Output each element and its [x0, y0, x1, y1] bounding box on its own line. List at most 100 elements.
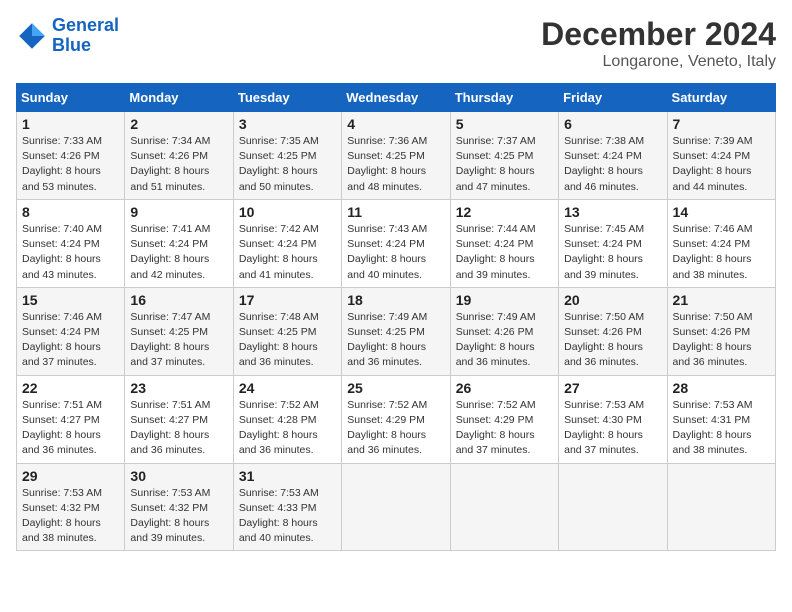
day-cell-29: 29 Sunrise: 7:53 AM Sunset: 4:32 PM Dayl…: [17, 463, 125, 551]
day-cell-17: 17 Sunrise: 7:48 AM Sunset: 4:25 PM Dayl…: [233, 287, 341, 375]
day-cell-15: 15 Sunrise: 7:46 AM Sunset: 4:24 PM Dayl…: [17, 287, 125, 375]
day-info: Sunrise: 7:52 AM Sunset: 4:29 PM Dayligh…: [456, 398, 553, 459]
day-cell-8: 8 Sunrise: 7:40 AM Sunset: 4:24 PM Dayli…: [17, 199, 125, 287]
day-cell-2: 2 Sunrise: 7:34 AM Sunset: 4:26 PM Dayli…: [125, 112, 233, 200]
day-cell-23: 23 Sunrise: 7:51 AM Sunset: 4:27 PM Dayl…: [125, 375, 233, 463]
day-number: 1: [22, 116, 119, 132]
header-thursday: Thursday: [450, 84, 558, 112]
logo-text: General Blue: [52, 16, 119, 56]
day-number: 8: [22, 204, 119, 220]
day-info: Sunrise: 7:44 AM Sunset: 4:24 PM Dayligh…: [456, 222, 553, 283]
day-number: 20: [564, 292, 661, 308]
day-info: Sunrise: 7:49 AM Sunset: 4:26 PM Dayligh…: [456, 310, 553, 371]
title-block: December 2024 Longarone, Veneto, Italy: [541, 16, 776, 71]
day-cell-16: 16 Sunrise: 7:47 AM Sunset: 4:25 PM Dayl…: [125, 287, 233, 375]
day-number: 14: [673, 204, 770, 220]
day-cell-18: 18 Sunrise: 7:49 AM Sunset: 4:25 PM Dayl…: [342, 287, 450, 375]
day-cell-14: 14 Sunrise: 7:46 AM Sunset: 4:24 PM Dayl…: [667, 199, 775, 287]
day-info: Sunrise: 7:49 AM Sunset: 4:25 PM Dayligh…: [347, 310, 444, 371]
day-number: 5: [456, 116, 553, 132]
day-cell-27: 27 Sunrise: 7:53 AM Sunset: 4:30 PM Dayl…: [559, 375, 667, 463]
day-cell-11: 11 Sunrise: 7:43 AM Sunset: 4:24 PM Dayl…: [342, 199, 450, 287]
day-info: Sunrise: 7:50 AM Sunset: 4:26 PM Dayligh…: [564, 310, 661, 371]
day-number: 25: [347, 380, 444, 396]
day-number: 2: [130, 116, 227, 132]
day-info: Sunrise: 7:53 AM Sunset: 4:32 PM Dayligh…: [22, 486, 119, 547]
day-info: Sunrise: 7:52 AM Sunset: 4:29 PM Dayligh…: [347, 398, 444, 459]
day-cell-5: 5 Sunrise: 7:37 AM Sunset: 4:25 PM Dayli…: [450, 112, 558, 200]
day-number: 15: [22, 292, 119, 308]
day-number: 22: [22, 380, 119, 396]
day-info: Sunrise: 7:51 AM Sunset: 4:27 PM Dayligh…: [22, 398, 119, 459]
calendar-week-1: 1 Sunrise: 7:33 AM Sunset: 4:26 PM Dayli…: [17, 112, 776, 200]
day-cell-4: 4 Sunrise: 7:36 AM Sunset: 4:25 PM Dayli…: [342, 112, 450, 200]
logo-icon: [16, 20, 48, 52]
day-info: Sunrise: 7:33 AM Sunset: 4:26 PM Dayligh…: [22, 134, 119, 195]
header-friday: Friday: [559, 84, 667, 112]
day-cell-24: 24 Sunrise: 7:52 AM Sunset: 4:28 PM Dayl…: [233, 375, 341, 463]
day-number: 31: [239, 468, 336, 484]
day-cell-21: 21 Sunrise: 7:50 AM Sunset: 4:26 PM Dayl…: [667, 287, 775, 375]
day-number: 11: [347, 204, 444, 220]
day-number: 27: [564, 380, 661, 396]
day-number: 17: [239, 292, 336, 308]
day-cell-9: 9 Sunrise: 7:41 AM Sunset: 4:24 PM Dayli…: [125, 199, 233, 287]
calendar-week-2: 8 Sunrise: 7:40 AM Sunset: 4:24 PM Dayli…: [17, 199, 776, 287]
day-info: Sunrise: 7:40 AM Sunset: 4:24 PM Dayligh…: [22, 222, 119, 283]
day-cell-3: 3 Sunrise: 7:35 AM Sunset: 4:25 PM Dayli…: [233, 112, 341, 200]
calendar-week-4: 22 Sunrise: 7:51 AM Sunset: 4:27 PM Dayl…: [17, 375, 776, 463]
day-number: 28: [673, 380, 770, 396]
day-number: 24: [239, 380, 336, 396]
day-number: 21: [673, 292, 770, 308]
header-row: Sunday Monday Tuesday Wednesday Thursday…: [17, 84, 776, 112]
day-info: Sunrise: 7:53 AM Sunset: 4:33 PM Dayligh…: [239, 486, 336, 547]
day-number: 13: [564, 204, 661, 220]
day-info: Sunrise: 7:42 AM Sunset: 4:24 PM Dayligh…: [239, 222, 336, 283]
empty-cell: [667, 463, 775, 551]
day-info: Sunrise: 7:35 AM Sunset: 4:25 PM Dayligh…: [239, 134, 336, 195]
day-info: Sunrise: 7:46 AM Sunset: 4:24 PM Dayligh…: [22, 310, 119, 371]
empty-cell: [450, 463, 558, 551]
day-info: Sunrise: 7:43 AM Sunset: 4:24 PM Dayligh…: [347, 222, 444, 283]
calendar-week-3: 15 Sunrise: 7:46 AM Sunset: 4:24 PM Dayl…: [17, 287, 776, 375]
empty-cell: [342, 463, 450, 551]
day-info: Sunrise: 7:45 AM Sunset: 4:24 PM Dayligh…: [564, 222, 661, 283]
calendar-subtitle: Longarone, Veneto, Italy: [541, 53, 776, 71]
day-number: 18: [347, 292, 444, 308]
logo: General Blue: [16, 16, 119, 56]
day-info: Sunrise: 7:53 AM Sunset: 4:31 PM Dayligh…: [673, 398, 770, 459]
day-info: Sunrise: 7:34 AM Sunset: 4:26 PM Dayligh…: [130, 134, 227, 195]
day-info: Sunrise: 7:52 AM Sunset: 4:28 PM Dayligh…: [239, 398, 336, 459]
day-number: 23: [130, 380, 227, 396]
day-info: Sunrise: 7:50 AM Sunset: 4:26 PM Dayligh…: [673, 310, 770, 371]
header-wednesday: Wednesday: [342, 84, 450, 112]
day-info: Sunrise: 7:53 AM Sunset: 4:32 PM Dayligh…: [130, 486, 227, 547]
day-number: 19: [456, 292, 553, 308]
calendar-title: December 2024: [541, 16, 776, 53]
calendar-week-5: 29 Sunrise: 7:53 AM Sunset: 4:32 PM Dayl…: [17, 463, 776, 551]
day-info: Sunrise: 7:47 AM Sunset: 4:25 PM Dayligh…: [130, 310, 227, 371]
day-info: Sunrise: 7:39 AM Sunset: 4:24 PM Dayligh…: [673, 134, 770, 195]
day-cell-19: 19 Sunrise: 7:49 AM Sunset: 4:26 PM Dayl…: [450, 287, 558, 375]
day-cell-22: 22 Sunrise: 7:51 AM Sunset: 4:27 PM Dayl…: [17, 375, 125, 463]
day-number: 6: [564, 116, 661, 132]
day-info: Sunrise: 7:36 AM Sunset: 4:25 PM Dayligh…: [347, 134, 444, 195]
header-tuesday: Tuesday: [233, 84, 341, 112]
day-cell-28: 28 Sunrise: 7:53 AM Sunset: 4:31 PM Dayl…: [667, 375, 775, 463]
header-saturday: Saturday: [667, 84, 775, 112]
day-info: Sunrise: 7:41 AM Sunset: 4:24 PM Dayligh…: [130, 222, 227, 283]
day-number: 4: [347, 116, 444, 132]
day-cell-31: 31 Sunrise: 7:53 AM Sunset: 4:33 PM Dayl…: [233, 463, 341, 551]
day-number: 9: [130, 204, 227, 220]
calendar-table: Sunday Monday Tuesday Wednesday Thursday…: [16, 83, 776, 551]
day-info: Sunrise: 7:48 AM Sunset: 4:25 PM Dayligh…: [239, 310, 336, 371]
day-cell-25: 25 Sunrise: 7:52 AM Sunset: 4:29 PM Dayl…: [342, 375, 450, 463]
header-sunday: Sunday: [17, 84, 125, 112]
day-number: 29: [22, 468, 119, 484]
logo-line2: Blue: [52, 35, 91, 55]
day-number: 3: [239, 116, 336, 132]
day-cell-20: 20 Sunrise: 7:50 AM Sunset: 4:26 PM Dayl…: [559, 287, 667, 375]
day-cell-1: 1 Sunrise: 7:33 AM Sunset: 4:26 PM Dayli…: [17, 112, 125, 200]
day-cell-10: 10 Sunrise: 7:42 AM Sunset: 4:24 PM Dayl…: [233, 199, 341, 287]
day-cell-13: 13 Sunrise: 7:45 AM Sunset: 4:24 PM Dayl…: [559, 199, 667, 287]
